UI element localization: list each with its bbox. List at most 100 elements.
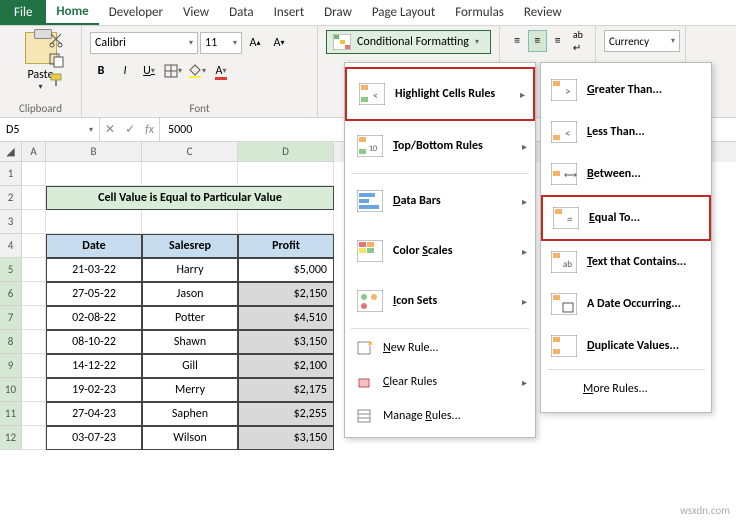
- tab-view[interactable]: View: [173, 0, 219, 25]
- date-icon: [551, 293, 577, 315]
- date-cell: 14-12-22: [46, 354, 142, 378]
- menu-data-bars[interactable]: Data Bars ▸: [345, 176, 535, 226]
- row-header[interactable]: 10: [0, 378, 22, 402]
- svg-text:=: =: [567, 213, 572, 226]
- align-middle-icon[interactable]: ≡: [528, 30, 546, 52]
- grow-font-icon[interactable]: A▴: [244, 32, 266, 54]
- menu-less-than[interactable]: < Less Than...: [541, 111, 711, 153]
- profit-cell: $4,510: [238, 306, 334, 330]
- title-cell[interactable]: Cell Value is Equal to Particular Value: [46, 186, 334, 210]
- tab-home[interactable]: Home: [46, 0, 98, 25]
- col-header[interactable]: A: [22, 142, 46, 162]
- conditional-formatting-button[interactable]: Conditional Formatting ▾: [326, 30, 491, 54]
- menu-duplicate-values[interactable]: Duplicate Values...: [541, 325, 711, 367]
- number-format-select[interactable]: Currency▾: [604, 30, 680, 52]
- cut-icon[interactable]: [48, 32, 66, 48]
- font-name-select[interactable]: Calibri▾: [90, 32, 198, 54]
- format-painter-icon[interactable]: [48, 72, 66, 88]
- menu-equal-to[interactable]: = Equal To...: [541, 195, 711, 241]
- row-header[interactable]: 4: [0, 234, 22, 258]
- name-box[interactable]: D5▾: [0, 118, 100, 141]
- fill-color-button[interactable]: ▾: [186, 60, 208, 82]
- menu-text-contains[interactable]: ab Text that Contains...: [541, 241, 711, 283]
- shrink-font-icon[interactable]: A▾: [268, 32, 290, 54]
- watermark: wsxdn.com: [680, 504, 730, 517]
- align-bottom-icon[interactable]: ≡: [549, 30, 567, 52]
- tab-page-layout[interactable]: Page Layout: [362, 0, 445, 25]
- new-rule-icon: ✶: [357, 341, 373, 355]
- row-header[interactable]: 3: [0, 210, 22, 234]
- table-header[interactable]: Salesrep: [142, 234, 238, 258]
- cf-icon: [333, 34, 351, 50]
- tab-draw[interactable]: Draw: [314, 0, 362, 25]
- rep-cell: Jason: [142, 282, 238, 306]
- text-contains-icon: ab: [551, 251, 577, 273]
- profit-cell: $5,000: [238, 258, 334, 282]
- menu-highlight-cells-rules[interactable]: < Highlight Cells Rules ▸: [345, 67, 535, 121]
- menu-icon-sets[interactable]: Icon Sets ▸: [345, 276, 535, 326]
- wrap-text-icon[interactable]: ab↵: [569, 30, 587, 52]
- date-cell: 19-02-23: [46, 378, 142, 402]
- table-header[interactable]: Date: [46, 234, 142, 258]
- menu-color-scales[interactable]: Color Scales ▸: [345, 226, 535, 276]
- font-color-button[interactable]: A▾: [210, 60, 232, 82]
- row-header[interactable]: 2: [0, 186, 22, 210]
- row-header[interactable]: 7: [0, 306, 22, 330]
- svg-text:ab: ab: [563, 259, 572, 270]
- tab-bar: File Home Developer View Data Insert Dra…: [0, 0, 736, 26]
- align-top-icon[interactable]: ≡: [508, 30, 526, 52]
- row-header[interactable]: 6: [0, 282, 22, 306]
- row-header[interactable]: 9: [0, 354, 22, 378]
- manage-rules-icon: [357, 409, 373, 423]
- underline-button[interactable]: U▾: [138, 60, 160, 82]
- svg-text:✶: ✶: [366, 341, 373, 350]
- file-tab[interactable]: File: [0, 0, 46, 25]
- row-header[interactable]: 5: [0, 258, 22, 282]
- between-icon: ⟷: [551, 163, 577, 185]
- svg-text:⟷: ⟷: [564, 170, 577, 181]
- clear-rules-icon: [357, 375, 373, 389]
- bold-button[interactable]: B: [90, 60, 112, 82]
- select-all-corner[interactable]: ◢: [0, 142, 22, 162]
- menu-new-rule[interactable]: ✶ New Rule...: [345, 331, 535, 365]
- databars-icon: [357, 190, 383, 212]
- row-header[interactable]: 11: [0, 402, 22, 426]
- check-icon[interactable]: ✓: [125, 122, 135, 137]
- date-cell: 08-10-22: [46, 330, 142, 354]
- tab-data[interactable]: Data: [219, 0, 264, 25]
- svg-text:<: <: [373, 89, 378, 102]
- borders-button[interactable]: ▾: [162, 60, 184, 82]
- col-header[interactable]: B: [46, 142, 142, 162]
- menu-between[interactable]: ⟷ Between...: [541, 153, 711, 195]
- menu-manage-rules[interactable]: Manage Rules...: [345, 399, 535, 433]
- tab-review[interactable]: Review: [514, 0, 572, 25]
- cancel-icon[interactable]: ✕: [105, 122, 115, 137]
- row-header[interactable]: 12: [0, 426, 22, 450]
- row-header[interactable]: 8: [0, 330, 22, 354]
- group-label: Font: [82, 102, 317, 115]
- italic-button[interactable]: I: [114, 60, 136, 82]
- table-header[interactable]: Profit: [238, 234, 334, 258]
- menu-clear-rules[interactable]: Clear Rules ▸: [345, 365, 535, 399]
- menu-greater-than[interactable]: > Greater Than...: [541, 69, 711, 111]
- menu-top-bottom-rules[interactable]: 10 Top/Bottom Rules ▸: [345, 121, 535, 171]
- copy-icon[interactable]: [48, 52, 66, 68]
- menu-date-occurring[interactable]: A Date Occurring...: [541, 283, 711, 325]
- greater-than-icon: >: [551, 79, 577, 101]
- rep-cell: Gill: [142, 354, 238, 378]
- menu-more-rules[interactable]: More Rules...: [541, 372, 711, 406]
- tab-developer[interactable]: Developer: [99, 0, 173, 25]
- svg-text:<: <: [565, 127, 570, 140]
- iconsets-icon: [357, 290, 383, 312]
- profit-cell: $3,150: [238, 426, 334, 450]
- tab-formulas[interactable]: Formulas: [445, 0, 514, 25]
- fx-icon[interactable]: fx: [145, 123, 154, 137]
- font-size-select[interactable]: 11▾: [200, 32, 242, 54]
- tab-insert[interactable]: Insert: [264, 0, 315, 25]
- row-header[interactable]: 1: [0, 162, 22, 186]
- rep-cell: Shawn: [142, 330, 238, 354]
- profit-cell: $2,150: [238, 282, 334, 306]
- col-header[interactable]: D: [238, 142, 334, 162]
- date-cell: 27-05-22: [46, 282, 142, 306]
- col-header[interactable]: C: [142, 142, 238, 162]
